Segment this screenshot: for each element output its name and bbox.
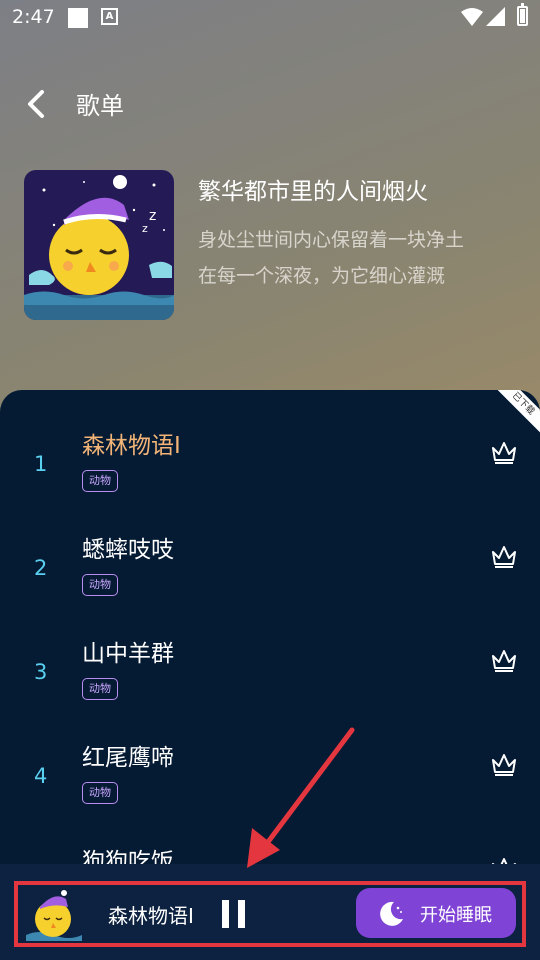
status-time: 2:47: [12, 6, 55, 28]
start-sleep-button[interactable]: 开始睡眠: [356, 888, 516, 938]
track-name: 蟋蟀吱吱: [82, 537, 174, 563]
track-row[interactable]: 3 山中羊群 动物: [0, 608, 540, 712]
pause-icon[interactable]: [222, 900, 248, 928]
pause-bar-left: [222, 900, 229, 928]
crown-icon[interactable]: [491, 648, 517, 674]
playlist-description-line1: 身处尘世间内心保留着一块净土: [198, 229, 465, 251]
track-number: 1: [34, 452, 48, 476]
track-tag: 动物: [82, 470, 118, 492]
track-tag: 动物: [82, 678, 118, 700]
track-number: 3: [34, 660, 48, 684]
track-name: 红尾鹰啼: [82, 745, 174, 771]
svg-text:z: z: [149, 208, 156, 224]
signal-icon: [486, 7, 505, 26]
track-row[interactable]: 2 蟋蟀吱吱 动物: [0, 504, 540, 608]
crown-icon[interactable]: [491, 544, 517, 570]
track-tag: 动物: [82, 574, 118, 596]
svg-text:z: z: [142, 222, 148, 235]
playlist-cover-image: z z: [24, 170, 174, 320]
track-row[interactable]: 4 红尾鹰啼 动物: [0, 712, 540, 816]
track-name: 山中羊群: [82, 641, 174, 667]
pause-bar-right: [238, 900, 245, 928]
status-bar: 2:47 A: [0, 0, 540, 36]
crown-icon[interactable]: [491, 752, 517, 778]
start-sleep-label: 开始睡眠: [420, 905, 492, 926]
now-playing-title: 森林物语Ⅰ: [108, 904, 194, 928]
track-row[interactable]: 1 森林物语Ⅰ 动物: [0, 400, 540, 504]
playlist-description: 身处尘世间内心保留着一块净土 在每一个深夜，为它细心灌溉: [198, 222, 518, 294]
header: 歌单: [0, 80, 540, 128]
crown-icon[interactable]: [491, 440, 517, 466]
wifi-icon: [461, 8, 483, 26]
page-title: 歌单: [76, 92, 124, 120]
track-tag: 动物: [82, 782, 118, 804]
battery-icon: [517, 3, 528, 26]
track-number: 2: [34, 556, 48, 580]
moon-icon: [380, 901, 403, 926]
playlist-title: 繁华都市里的人间烟火: [198, 179, 428, 205]
notification-square-icon: [68, 8, 88, 28]
keyboard-a-icon: A: [101, 8, 118, 25]
track-name: 森林物语Ⅰ: [82, 433, 181, 459]
track-number: 4: [34, 764, 48, 788]
now-playing-thumbnail[interactable]: [24, 885, 84, 945]
playlist-description-line2: 在每一个深夜，为它细心灌溉: [198, 265, 446, 287]
back-icon[interactable]: [22, 88, 54, 120]
